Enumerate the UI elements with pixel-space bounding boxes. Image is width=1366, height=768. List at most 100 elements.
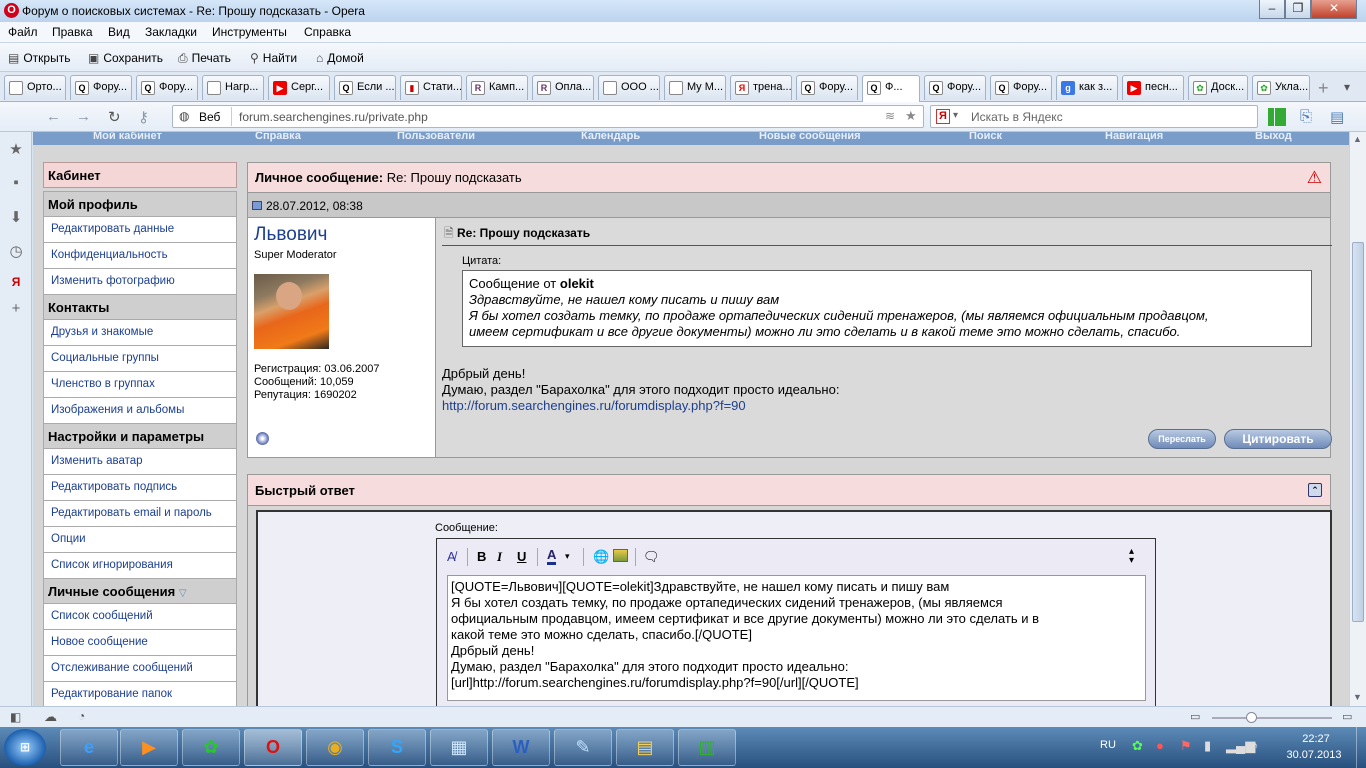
home-button[interactable]: ⌂ Домой bbox=[316, 51, 364, 65]
link-edit-folders[interactable]: Редактирование папок bbox=[43, 682, 237, 706]
notes-taskbar-icon[interactable]: ✎ bbox=[554, 729, 612, 766]
notes-icon[interactable]: ▪ bbox=[8, 174, 24, 191]
opera-taskbar-icon[interactable]: O bbox=[244, 729, 302, 766]
network-tray-icon[interactable]: ▂▄▆ bbox=[1226, 738, 1255, 754]
tab[interactable]: Q Фору... bbox=[990, 75, 1052, 100]
page-scrollbar[interactable]: ▲ ▼ bbox=[1349, 132, 1366, 706]
open-button[interactable]: ▤ Открыть bbox=[8, 51, 70, 65]
menu-page-icon[interactable]: ▤ bbox=[1330, 108, 1344, 126]
bold-icon[interactable]: B bbox=[477, 549, 486, 564]
volume-tray-icon[interactable]: ♪ bbox=[1252, 738, 1259, 753]
tray-icon[interactable]: ● bbox=[1156, 738, 1164, 753]
language-indicator[interactable]: RU bbox=[1100, 739, 1116, 751]
chevron-down-icon[interactable]: ▾ bbox=[953, 110, 958, 121]
downloads-icon[interactable]: ⬇ bbox=[8, 208, 24, 226]
message-link[interactable]: http://forum.searchengines.ru/forumdispl… bbox=[442, 398, 746, 413]
history-icon[interactable]: ◷ bbox=[8, 242, 24, 260]
link-options[interactable]: Опции bbox=[43, 527, 237, 553]
explorer-taskbar-icon[interactable]: ▤ bbox=[616, 729, 674, 766]
zoom-slider-handle[interactable] bbox=[1246, 712, 1257, 723]
photo-viewer-taskbar-icon[interactable]: ▦ bbox=[430, 729, 488, 766]
new-tab-icon[interactable]: + bbox=[1318, 78, 1329, 99]
scrollbar-thumb[interactable] bbox=[1352, 242, 1364, 622]
bookmarks-star-icon[interactable]: ★ bbox=[8, 140, 24, 158]
clock-date[interactable]: 30.07.2013 bbox=[1280, 749, 1348, 761]
signal-icon[interactable] bbox=[1268, 108, 1286, 126]
link-social-groups[interactable]: Социальные группы bbox=[43, 346, 237, 372]
zoom-in-icon[interactable]: ▭ bbox=[1342, 710, 1352, 723]
url-field[interactable]: ◍ Веб forum.searchengines.ru/private.php… bbox=[172, 105, 924, 128]
skype-taskbar-icon[interactable]: S bbox=[368, 729, 426, 766]
scroll-down-icon[interactable]: ▼ bbox=[1353, 692, 1362, 702]
tab[interactable]: g как з... bbox=[1056, 75, 1118, 100]
tab[interactable]: Q Фору... bbox=[924, 75, 986, 100]
author-name[interactable]: Львович bbox=[254, 224, 327, 246]
close-button[interactable]: ✕ bbox=[1311, 0, 1357, 19]
insert-image-icon[interactable] bbox=[613, 549, 628, 562]
menu-view[interactable]: Вид bbox=[108, 25, 130, 39]
quote-button[interactable]: Цитировать bbox=[1224, 429, 1332, 449]
report-warning-icon[interactable]: ⚠ bbox=[1307, 168, 1322, 188]
link-group-membership[interactable]: Членство в группах bbox=[43, 372, 237, 398]
underline-icon[interactable]: U bbox=[517, 549, 526, 564]
link-track-messages[interactable]: Отслеживание сообщений bbox=[43, 656, 237, 682]
resize-toggle-icon[interactable]: ▴ ▾ bbox=[1129, 547, 1134, 566]
panel-toggle-icon[interactable]: ◧ bbox=[10, 710, 21, 724]
tab[interactable]: Q Фору... bbox=[796, 75, 858, 100]
link-edit-email-password[interactable]: Редактировать email и пароль bbox=[43, 501, 237, 527]
nav-navigation[interactable]: Навигация bbox=[1105, 132, 1163, 142]
zoom-slider[interactable] bbox=[1212, 717, 1332, 719]
cloud-icon[interactable]: ☁ bbox=[44, 709, 57, 725]
tab[interactable]: Орто... bbox=[4, 75, 66, 100]
menu-help[interactable]: Справка bbox=[304, 25, 351, 39]
nav-calendar[interactable]: Календарь bbox=[581, 132, 640, 142]
icq-tray-icon[interactable]: ✿ bbox=[1132, 738, 1143, 754]
link-privacy[interactable]: Конфиденциальность bbox=[43, 243, 237, 269]
nav-new-posts[interactable]: Новые сообщения bbox=[759, 132, 861, 142]
icq-taskbar-icon[interactable]: ✿ bbox=[182, 729, 240, 766]
save-button[interactable]: ▣ Сохранить bbox=[88, 51, 163, 65]
quote-insert-icon[interactable]: 🗨 bbox=[643, 549, 660, 565]
clock-time[interactable]: 22:27 bbox=[1290, 733, 1342, 745]
message-textarea[interactable]: [QUOTE=Львович][QUOTE=olekit]Здравствуйт… bbox=[447, 575, 1146, 701]
tab[interactable]: Q Фору... bbox=[70, 75, 132, 100]
tab[interactable]: Нагр... bbox=[202, 75, 264, 100]
add-panel-icon[interactable]: + bbox=[8, 300, 24, 317]
tab[interactable]: ✿ Укла... bbox=[1252, 75, 1310, 100]
battery-tray-icon[interactable]: ▮ bbox=[1204, 738, 1211, 754]
link-friends[interactable]: Друзья и знакомые bbox=[43, 320, 237, 346]
collapse-icon[interactable]: ⌃ bbox=[1308, 483, 1322, 497]
flag-tray-icon[interactable]: ⚑ bbox=[1180, 738, 1192, 754]
reload-icon[interactable]: ↻ bbox=[108, 108, 121, 126]
find-button[interactable]: ⚲ Найти bbox=[250, 51, 297, 65]
tab[interactable]: My M... bbox=[664, 75, 726, 100]
insert-link-icon[interactable]: 🌐 bbox=[593, 549, 609, 565]
menu-edit[interactable]: Правка bbox=[52, 25, 93, 39]
zoom-out-icon[interactable]: ▭ bbox=[1190, 710, 1200, 723]
tab[interactable]: ▶ песн... bbox=[1122, 75, 1184, 100]
tab[interactable]: R Камп... bbox=[466, 75, 528, 100]
yandex-panel-icon[interactable]: Я bbox=[8, 275, 24, 289]
star-icon[interactable]: ★ bbox=[905, 108, 917, 124]
tab[interactable]: ООО ... bbox=[598, 75, 660, 100]
show-desktop-button[interactable] bbox=[1356, 727, 1366, 768]
menu-file[interactable]: Файл bbox=[8, 25, 38, 39]
link-albums[interactable]: Изображения и альбомы bbox=[43, 398, 237, 424]
tab-active[interactable]: Q Ф... bbox=[862, 75, 920, 102]
nav-help[interactable]: Справка bbox=[255, 132, 301, 142]
word-taskbar-icon[interactable]: W bbox=[492, 729, 550, 766]
nav-my-cabinet[interactable]: Мой кабинет bbox=[93, 132, 162, 142]
link-change-avatar[interactable]: Изменить аватар bbox=[43, 449, 237, 475]
forward-button[interactable]: Переслать bbox=[1148, 429, 1216, 449]
search-field[interactable]: Я ▾ Искать в Яндекс bbox=[930, 105, 1258, 128]
remove-format-icon[interactable]: A̸ bbox=[447, 549, 456, 564]
tab-list-icon[interactable]: ▾ bbox=[1344, 80, 1350, 94]
tab[interactable]: R Опла... bbox=[532, 75, 594, 100]
link-change-photo[interactable]: Изменить фотографию bbox=[43, 269, 237, 295]
task-manager-taskbar-icon[interactable]: ▥ bbox=[678, 729, 736, 766]
media-player-taskbar-icon[interactable]: ▶ bbox=[120, 729, 178, 766]
minimize-button[interactable]: – bbox=[1259, 0, 1285, 19]
quote-from-user[interactable]: olekit bbox=[560, 276, 594, 291]
ie-taskbar-icon[interactable]: e bbox=[60, 729, 118, 766]
chrome-taskbar-icon[interactable]: ◉ bbox=[306, 729, 364, 766]
